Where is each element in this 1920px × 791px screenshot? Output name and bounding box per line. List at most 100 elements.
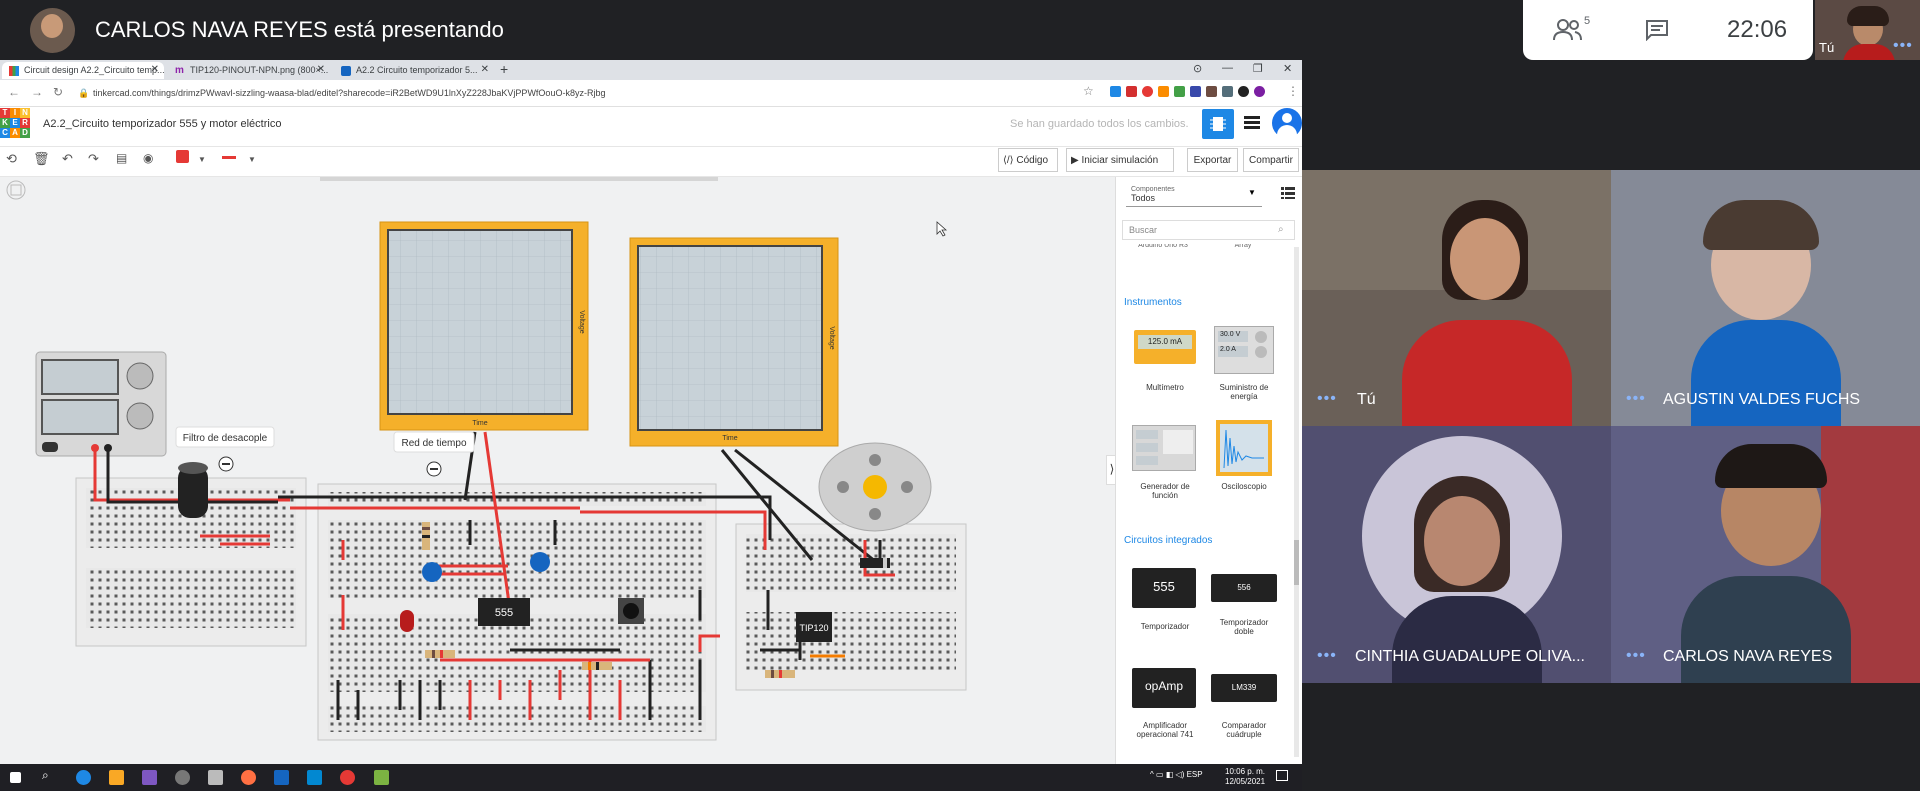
more-options-icon[interactable]: •••	[1893, 37, 1913, 55]
more-options-icon[interactable]: •••	[1317, 390, 1337, 408]
ceramic-capacitor[interactable]	[422, 562, 442, 582]
diode[interactable]	[860, 558, 890, 568]
function-generator-item[interactable]	[1132, 425, 1196, 471]
video-tile-cinthia[interactable]	[1302, 426, 1611, 683]
view-icon[interactable]: ◉	[143, 151, 153, 165]
opamp-item[interactable]: opAmp	[1132, 668, 1196, 708]
bookmark-star-icon[interactable]: ☆	[1083, 84, 1094, 98]
timer-note[interactable]: Red de tiempo	[393, 431, 475, 477]
power-supply[interactable]	[35, 351, 167, 457]
design-title[interactable]: A2.2_Circuito temporizador 555 y motor e…	[43, 118, 281, 130]
ic-555-item[interactable]: 555	[1132, 568, 1196, 608]
extension-icon[interactable]	[1190, 86, 1201, 97]
search-icon[interactable]: ⌕	[42, 768, 49, 783]
chevron-down-icon[interactable]: ▼	[198, 155, 206, 164]
more-options-icon[interactable]: •••	[1626, 390, 1646, 408]
list-view-icon[interactable]	[1281, 187, 1295, 199]
app-icon[interactable]	[274, 770, 289, 785]
video-tile-agustin[interactable]	[1611, 170, 1920, 426]
chevron-down-icon[interactable]: ▼	[1248, 188, 1256, 197]
app-icon[interactable]	[374, 770, 389, 785]
lm339-item[interactable]: LM339	[1211, 674, 1277, 702]
electrolytic-capacitor[interactable]	[178, 462, 208, 518]
extension-icon[interactable]	[1254, 86, 1265, 97]
multimeter-item[interactable]: 125.0 mA	[1134, 330, 1196, 364]
chat-icon[interactable]	[1645, 19, 1669, 41]
system-tray[interactable]: ^ ▭ ◧ ◁) ESP	[1150, 770, 1203, 779]
start-simulation-button[interactable]: ▶ Iniciar simulación	[1066, 148, 1174, 172]
video-tile-carlos[interactable]	[1611, 426, 1920, 683]
close-tab-icon[interactable]: ✕	[317, 64, 325, 75]
app-icon[interactable]	[175, 770, 190, 785]
restore-icon[interactable]: ❐	[1253, 62, 1263, 75]
tab-a22-circuit[interactable]: A2.2 Circuito temporizador 5... ✕	[334, 62, 494, 79]
power-supply-item[interactable]: 30.0 V 2.0 A	[1214, 326, 1274, 374]
circuit-canvas[interactable]: Time Voltage Time Voltage 555 TIP120 Fil…	[0, 177, 1115, 764]
component-list-icon[interactable]	[1244, 116, 1260, 130]
extension-icon[interactable]	[1110, 86, 1121, 97]
circuit-view-button[interactable]	[1202, 109, 1234, 139]
fit-view-icon[interactable]	[6, 180, 26, 200]
edge-icon[interactable]	[76, 770, 91, 785]
url-field[interactable]: tinkercad.com/things/drimzPWwavl-sizzlin…	[93, 88, 605, 98]
tab-tip120-image[interactable]: m TIP120-PINOUT-NPN.png (800×... ✕	[168, 62, 330, 79]
breadboard-right[interactable]	[735, 523, 967, 691]
user-avatar[interactable]	[1272, 108, 1302, 138]
chevron-down-icon[interactable]: ▼	[248, 155, 256, 164]
redo-icon[interactable]: ↷	[88, 151, 99, 167]
resistor[interactable]	[582, 662, 612, 670]
share-button[interactable]: Compartir	[1243, 148, 1299, 172]
app-icon[interactable]	[241, 770, 256, 785]
tab-search-icon[interactable]: ⊙	[1193, 62, 1202, 75]
search-icon[interactable]: ⌕	[1278, 224, 1284, 235]
extension-icon[interactable]	[1158, 86, 1169, 97]
ceramic-capacitor[interactable]	[530, 552, 550, 572]
wire-type-picker[interactable]	[222, 156, 236, 159]
resistor[interactable]	[422, 522, 430, 550]
visual-studio-icon[interactable]	[142, 770, 157, 785]
extensions-puzzle-icon[interactable]	[1222, 86, 1233, 97]
resistor[interactable]	[425, 650, 455, 658]
components-select-box[interactable]	[1126, 181, 1262, 207]
tip120-transistor[interactable]: TIP120	[796, 612, 832, 642]
resistor[interactable]	[765, 670, 795, 678]
notes-icon[interactable]: ▤	[116, 151, 127, 165]
oscilloscope-2[interactable]: Time Voltage	[629, 237, 839, 447]
oscilloscope-1[interactable]: Time Voltage	[379, 221, 589, 431]
people-icon[interactable]	[1553, 18, 1583, 42]
file-explorer-icon[interactable]	[109, 770, 124, 785]
wire-color-picker[interactable]	[176, 150, 189, 163]
extension-icon[interactable]	[1174, 86, 1185, 97]
new-tab-button[interactable]: +	[500, 61, 508, 77]
code-button[interactable]: ⟨/⟩ Código	[998, 148, 1058, 172]
browser-menu-icon[interactable]: ⋮	[1287, 84, 1299, 98]
close-tab-icon[interactable]: ✕	[151, 64, 159, 75]
ic-555[interactable]: 555	[478, 598, 530, 626]
dc-motor[interactable]	[818, 442, 932, 532]
oscilloscope-item[interactable]	[1216, 420, 1272, 476]
taskbar-clock[interactable]: 10:06 p. m. 12/05/2021	[1225, 767, 1265, 787]
delete-icon[interactable]: 🗑	[33, 151, 50, 167]
notification-icon[interactable]	[1276, 770, 1288, 781]
close-tab-icon[interactable]: ✕	[481, 64, 489, 75]
video-tile-self[interactable]	[1302, 170, 1611, 426]
windows-start-icon[interactable]	[10, 772, 21, 783]
close-window-icon[interactable]: ✕	[1283, 62, 1292, 75]
component-search-input[interactable]: Buscar	[1122, 220, 1295, 240]
panel-scroll-thumb[interactable]	[1294, 540, 1299, 585]
forward-icon[interactable]: →	[31, 85, 43, 99]
ic-556-item[interactable]: 556	[1211, 574, 1277, 602]
extension-icon[interactable]	[1206, 86, 1217, 97]
app-icon[interactable]	[208, 770, 223, 785]
minimize-icon[interactable]: —	[1222, 62, 1233, 74]
tab-circuit-design[interactable]: Circuit design A2.2_Circuito temp... ✕	[2, 62, 164, 79]
export-button[interactable]: Exportar	[1187, 148, 1238, 172]
panel-scrollbar[interactable]	[1294, 247, 1299, 757]
reload-icon[interactable]: ↻	[53, 85, 63, 99]
adblock-icon[interactable]	[1126, 86, 1137, 97]
tinkercad-logo[interactable]: T I N K E R C A D	[0, 108, 30, 138]
more-options-icon[interactable]: •••	[1317, 647, 1337, 665]
profile-icon[interactable]	[1238, 86, 1249, 97]
pushbutton[interactable]	[618, 598, 644, 624]
back-icon[interactable]: ←	[8, 85, 20, 99]
